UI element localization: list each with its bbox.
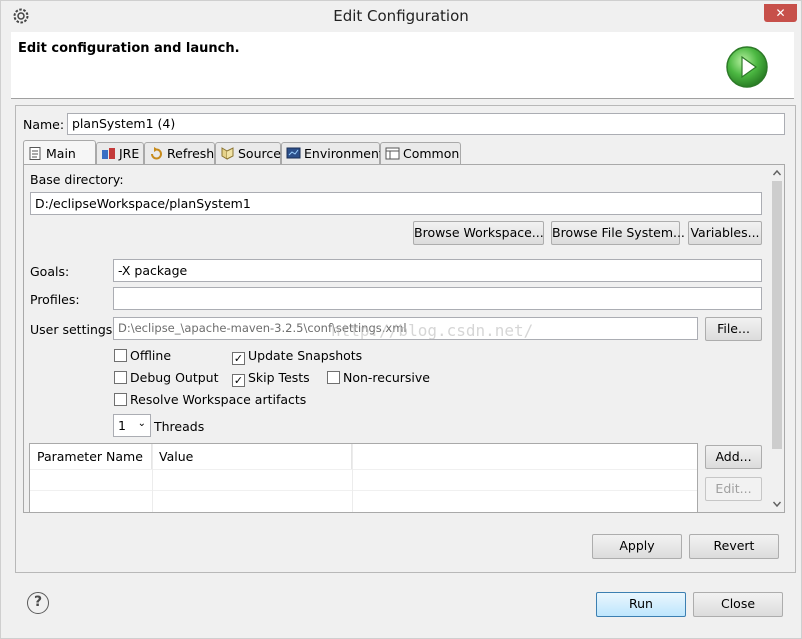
chevron-down-icon: ⌄ [137,418,146,429]
dialog-header: Edit configuration and launch. [11,32,794,99]
tab-jre-label: JRE [119,146,140,161]
tab-source-label: Source [238,146,281,161]
variables-button[interactable]: Variables... [688,221,762,245]
scroll-up-icon[interactable] [769,165,785,181]
panel-scrollbar[interactable] [769,165,785,512]
table-col-divider [152,444,153,512]
header-title: Edit configuration and launch. [18,41,240,56]
parameter-value-header[interactable]: Value [152,444,352,469]
parameters-table: Parameter Name Value [29,443,698,512]
tab-jre[interactable]: JRE [96,142,144,164]
run-button[interactable]: Run [596,592,686,617]
tab-refresh[interactable]: Refresh [144,142,215,164]
resolve-workspace-label: Resolve Workspace artifacts [130,392,307,407]
base-directory-input[interactable]: D:/eclipseWorkspace/planSystem1 [30,192,762,215]
base-directory-label: Base directory: [30,172,124,187]
skip-tests-label: Skip Tests [248,370,310,385]
resolve-workspace-box[interactable] [114,393,127,406]
debug-output-label: Debug Output [130,370,219,385]
debug-output-box[interactable] [114,371,127,384]
offline-label: Offline [130,348,172,363]
scroll-down-icon[interactable] [769,496,785,512]
update-snapshots-checkbox[interactable]: ✓ Update Snapshots [232,348,362,365]
parameter-name-header[interactable]: Parameter Name [30,444,152,469]
debug-output-checkbox[interactable]: Debug Output [114,370,219,385]
threads-select[interactable]: 1 ⌄ [113,414,151,437]
goals-input[interactable]: -X package [113,259,762,282]
run-launch-icon [726,46,768,88]
window-title: Edit Configuration [333,7,469,25]
goals-label: Goals: [30,264,70,279]
resolve-workspace-checkbox[interactable]: Resolve Workspace artifacts [114,392,306,407]
environment-icon [286,147,301,159]
non-recursive-label: Non-recursive [343,370,430,385]
update-snapshots-box[interactable]: ✓ [232,352,245,365]
tab-common[interactable]: Common [380,142,461,164]
revert-button[interactable]: Revert [689,534,779,559]
skip-tests-box[interactable]: ✓ [232,374,245,387]
name-label: Name: [23,117,65,132]
close-button[interactable]: Close [693,592,783,617]
main-tab-icon [29,147,41,160]
file-button[interactable]: File... [705,317,762,341]
threads-label: Threads [154,419,205,434]
edit-configuration-window: Edit Configuration ✕ Edit configuration … [0,0,802,639]
window-close-button[interactable]: ✕ [764,4,797,22]
tab-environment-label: Environment [304,146,384,161]
tab-common-label: Common [403,146,460,161]
help-icon[interactable]: ? [27,592,49,614]
tab-refresh-label: Refresh [167,146,215,161]
jre-icon [102,148,115,159]
threads-value: 1 [118,418,126,433]
add-parameter-button[interactable]: Add... [705,445,762,469]
table-row-divider [30,490,697,491]
common-icon [385,147,400,160]
browse-file-system-button[interactable]: Browse File System... [551,221,685,245]
title-bar: Edit Configuration ✕ [1,1,801,32]
profiles-input[interactable] [113,287,762,310]
offline-checkbox[interactable]: Offline [114,348,171,363]
non-recursive-box[interactable] [327,371,340,384]
update-snapshots-label: Update Snapshots [248,348,363,363]
tab-main[interactable]: Main [23,140,96,164]
refresh-icon [151,147,162,160]
table-header-divider [30,469,697,470]
name-input[interactable]: planSystem1 (4) [67,113,785,135]
profiles-label: Profiles: [30,292,80,307]
source-icon [221,147,234,160]
user-settings-label: User settings: [30,322,117,337]
watermark-text: http://blog.csdn.net/ [331,321,534,340]
skip-tests-checkbox[interactable]: ✓ Skip Tests [232,370,310,387]
tab-environment[interactable]: Environment [281,142,384,164]
browse-workspace-button[interactable]: Browse Workspace... [413,221,544,245]
apply-button[interactable]: Apply [592,534,682,559]
tab-main-label: Main [46,146,76,161]
table-col-divider [352,444,353,512]
non-recursive-checkbox[interactable]: Non-recursive [327,370,430,385]
offline-box[interactable] [114,349,127,362]
scrollbar-thumb[interactable] [772,181,782,449]
tab-source[interactable]: Source [215,142,281,164]
edit-parameter-button[interactable]: Edit... [705,477,762,501]
